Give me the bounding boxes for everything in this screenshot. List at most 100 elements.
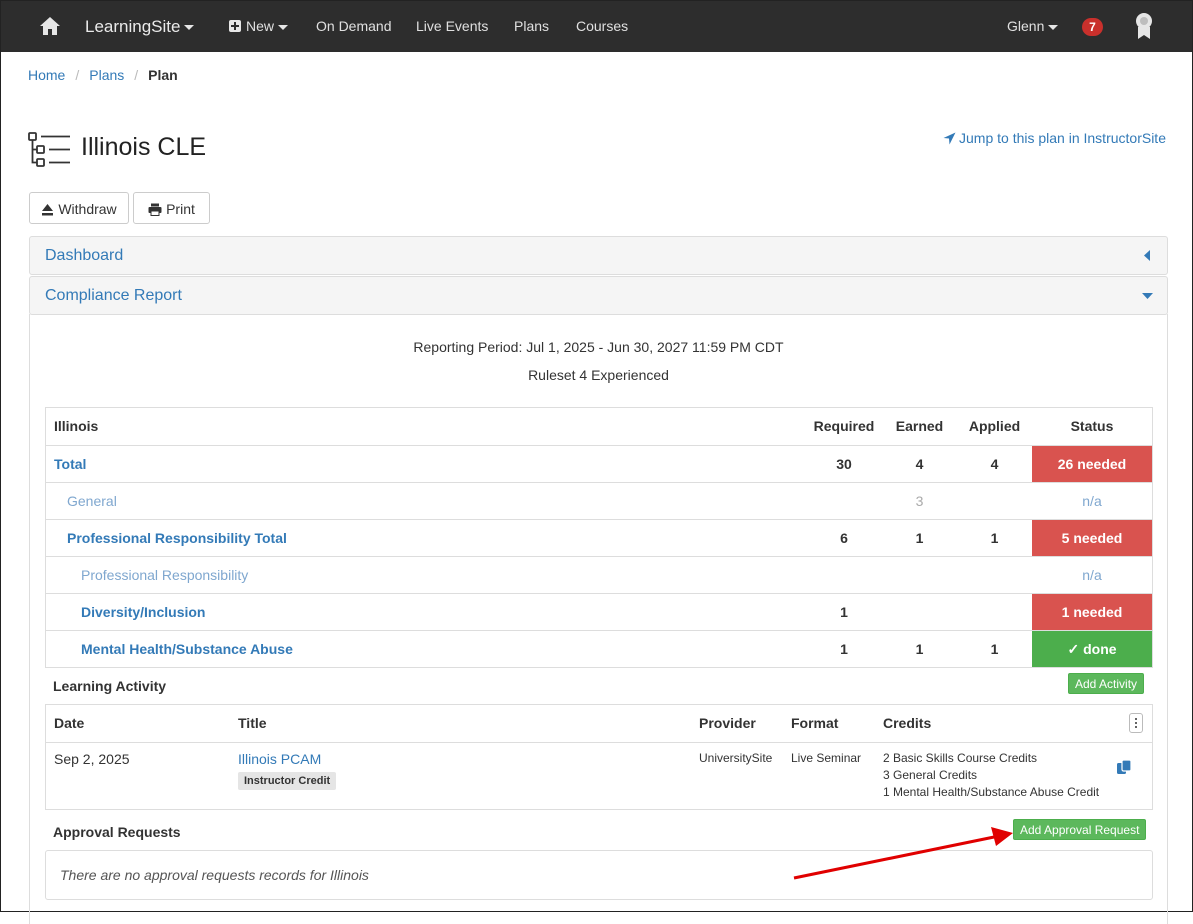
- print-icon: [148, 203, 162, 216]
- row-name-link[interactable]: Total: [54, 446, 86, 482]
- top-navbar: LearningSite New On Demand Live Events P…: [1, 1, 1192, 52]
- status-badge: ✓ done: [1032, 631, 1152, 667]
- activity-provider: UniversitySite: [699, 751, 773, 765]
- row-required: 1: [840, 641, 848, 657]
- header-provider: Provider: [699, 715, 756, 731]
- annotation-arrow-icon: [793, 827, 1013, 880]
- breadcrumb-separator: /: [134, 67, 139, 83]
- award-icon[interactable]: [1134, 12, 1154, 40]
- table-header-row: Illinois Required Earned Applied Status: [46, 408, 1152, 445]
- breadcrumb-separator: /: [75, 67, 80, 83]
- row-applied: [957, 483, 1032, 519]
- compliance-table: Illinois Required Earned Applied Status …: [45, 407, 1153, 668]
- header-name: Illinois: [54, 418, 99, 434]
- status-badge: 1 needed: [1032, 594, 1152, 630]
- row-earned: 3: [915, 493, 924, 509]
- activity-format: Live Seminar: [791, 751, 862, 765]
- caret-down-icon: [1142, 293, 1153, 299]
- header-status: Status: [1070, 418, 1114, 434]
- row-earned: [882, 557, 957, 593]
- row-applied: 4: [990, 456, 999, 472]
- table-row: Professional Responsibility Total 6 1 1 …: [46, 519, 1152, 556]
- eject-icon: [42, 204, 54, 216]
- compliance-title: Compliance Report: [45, 287, 182, 304]
- empty-message: There are no approval requests records f…: [60, 867, 369, 883]
- row-earned: [882, 594, 957, 630]
- nav-on-demand[interactable]: On Demand: [316, 1, 391, 52]
- status-badge: 5 needed: [1032, 520, 1152, 556]
- brand-menu[interactable]: LearningSite: [85, 1, 195, 52]
- status-badge: 26 needed: [1032, 446, 1152, 482]
- breadcrumb-plans[interactable]: Plans: [89, 67, 124, 83]
- ruleset-label: Ruleset 4 Experienced: [528, 367, 669, 383]
- row-required: [806, 483, 882, 519]
- plus-square-icon: [229, 20, 241, 32]
- chevron-down-icon: [184, 25, 195, 31]
- nav-courses[interactable]: Courses: [576, 1, 628, 52]
- user-name: Glenn: [1007, 18, 1045, 34]
- row-name-link[interactable]: Diversity/Inclusion: [81, 594, 205, 630]
- row-name-link[interactable]: Professional Responsibility Total: [67, 520, 287, 556]
- reporting-period: Reporting Period: Jul 1, 2025 - Jun 30, …: [413, 339, 784, 355]
- notification-badge[interactable]: 7: [1082, 18, 1103, 36]
- add-activity-button[interactable]: Add Activity: [1068, 673, 1145, 694]
- status-badge: n/a: [1082, 493, 1102, 509]
- table-row: Total 30 4 4 26 needed: [46, 445, 1152, 482]
- row-applied: 1: [990, 641, 999, 657]
- approval-requests-label: Approval Requests: [53, 824, 181, 840]
- withdraw-label: Withdraw: [58, 201, 117, 217]
- brand-label: LearningSite: [85, 17, 181, 36]
- nav-live-events[interactable]: Live Events: [416, 1, 488, 52]
- print-button[interactable]: Print: [133, 192, 210, 224]
- jump-to-instructorsite-link[interactable]: Jump to this plan in InstructorSite: [943, 130, 1166, 146]
- user-menu[interactable]: Glenn: [1007, 1, 1059, 52]
- header-credits: Credits: [883, 715, 932, 731]
- row-applied: 1: [990, 530, 999, 546]
- compliance-panel-header[interactable]: Compliance Report: [29, 276, 1168, 315]
- chevron-down-icon: [278, 24, 289, 30]
- header-format: Format: [791, 715, 839, 731]
- caret-left-icon: [1144, 250, 1150, 261]
- activity-credit: 2 Basic Skills Course Credits: [883, 751, 1038, 765]
- row-name-link[interactable]: Mental Health/Substance Abuse: [81, 631, 293, 667]
- activity-title-link[interactable]: Illinois PCAM: [238, 751, 321, 767]
- dashboard-panel-header[interactable]: Dashboard: [29, 236, 1168, 275]
- row-name-link[interactable]: General: [67, 483, 117, 519]
- plan-tree-icon: [28, 132, 70, 167]
- header-required: Required: [813, 418, 875, 434]
- breadcrumb-current: Plan: [148, 67, 178, 83]
- row-required: 1: [840, 604, 848, 620]
- header-earned: Earned: [895, 418, 944, 434]
- new-label: New: [246, 18, 275, 34]
- withdraw-button[interactable]: Withdraw: [29, 192, 129, 224]
- row-required: 30: [836, 456, 852, 472]
- header-title: Title: [238, 715, 267, 731]
- new-menu[interactable]: New: [229, 1, 289, 52]
- row-required: [806, 557, 882, 593]
- instructor-credit-tag: Instructor Credit: [238, 772, 337, 790]
- print-label: Print: [166, 201, 195, 217]
- learning-activity-label: Learning Activity: [53, 678, 167, 694]
- row-applied: [957, 594, 1032, 630]
- nav-plans[interactable]: Plans: [514, 1, 549, 52]
- header-applied: Applied: [968, 418, 1021, 434]
- jump-link-label: Jump to this plan in InstructorSite: [959, 130, 1166, 146]
- activity-credit: 1 Mental Health/Substance Abuse Credit: [883, 785, 1100, 799]
- breadcrumb-home[interactable]: Home: [28, 67, 65, 83]
- row-earned: 1: [915, 641, 924, 657]
- row-earned: 4: [915, 456, 924, 472]
- table-row: General 3 n/a: [46, 482, 1152, 519]
- row-name-link[interactable]: Professional Responsibility: [81, 557, 248, 593]
- table-row: Professional Responsibility n/a: [46, 556, 1152, 593]
- table-row: Mental Health/Substance Abuse 1 1 1 ✓ do…: [46, 630, 1152, 667]
- activity-date: Sep 2, 2025: [54, 751, 130, 767]
- copy-icon[interactable]: [1116, 759, 1132, 775]
- column-menu-button[interactable]: [1129, 713, 1143, 733]
- activity-header-row: Date Title Provider Format Credits: [46, 705, 1152, 743]
- add-approval-request-button[interactable]: Add Approval Request: [1013, 819, 1147, 840]
- row-applied: [957, 557, 1032, 593]
- home-icon[interactable]: [39, 15, 61, 37]
- breadcrumb: Home / Plans / Plan: [28, 67, 178, 83]
- table-row: Diversity/Inclusion 1 1 needed: [46, 593, 1152, 630]
- row-earned: 1: [915, 530, 924, 546]
